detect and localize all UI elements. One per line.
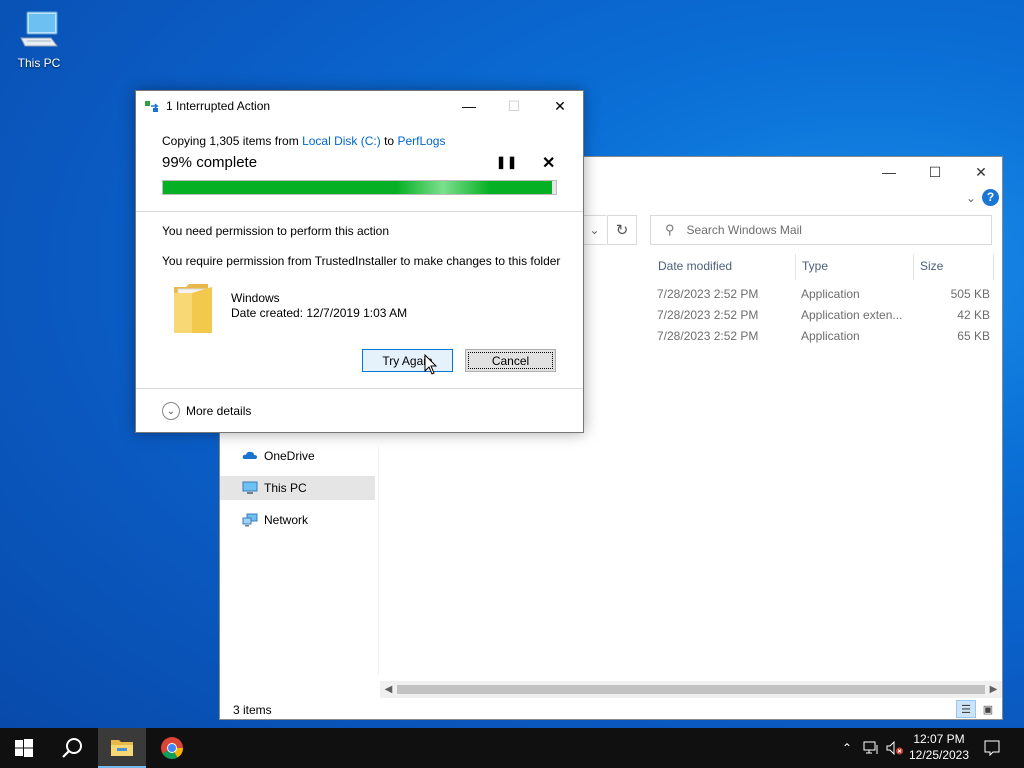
row-type: Application — [801, 329, 860, 343]
computer-icon — [242, 481, 258, 495]
row-size: 42 KB — [957, 308, 990, 322]
folder-icon — [172, 279, 214, 335]
scroll-right-icon[interactable]: ▶ — [985, 681, 1002, 698]
folder-name: Windows — [231, 291, 280, 305]
nav-pane-divider — [378, 447, 379, 675]
row-size: 505 KB — [950, 287, 990, 301]
show-hidden-icons-chevron-icon[interactable]: ⌃ — [838, 728, 856, 768]
close-button[interactable]: ✕ — [537, 91, 583, 121]
file-copy-icon — [145, 100, 159, 112]
status-item-count: 3 items — [233, 703, 272, 717]
network-icon — [242, 513, 258, 527]
progress-fill — [163, 181, 553, 194]
cancel-copy-icon[interactable]: ✕ — [542, 153, 555, 173]
chrome-icon — [161, 737, 183, 759]
column-header-size[interactable]: Size — [914, 254, 994, 280]
maximize-button: ☐ — [507, 97, 521, 114]
more-details-label: More details — [186, 404, 252, 418]
folder-date-created: Date created: 12/7/2019 1:03 AM — [231, 306, 408, 320]
windows-logo-icon — [15, 739, 33, 757]
copy-status-line: Copying 1,305 items from Local Disk (C:)… — [162, 134, 445, 148]
percent-complete: 99% complete — [162, 154, 258, 171]
search-box[interactable]: ⚲ Search Windows Mail — [650, 215, 992, 245]
sidebar-item-onedrive[interactable]: OneDrive — [220, 444, 375, 468]
divider — [136, 211, 583, 212]
copy-status-prefix: Copying 1,305 items from — [162, 134, 303, 148]
close-button[interactable]: ✕ — [958, 157, 1004, 187]
help-icon[interactable]: ? — [982, 189, 999, 206]
refresh-button[interactable]: ↻ — [607, 215, 637, 245]
table-row[interactable]: 7/28/2023 2:52 PM Application exten... 4… — [650, 305, 990, 325]
desktop-icon-label: This PC — [17, 56, 61, 70]
large-icons-view-icon[interactable]: ▣ — [978, 700, 998, 718]
try-again-button[interactable]: Try Again — [362, 349, 453, 372]
sidebar-item-label: This PC — [264, 481, 307, 495]
file-explorer-icon — [111, 740, 133, 756]
table-row[interactable]: 7/28/2023 2:52 PM Application 505 KB — [650, 284, 990, 304]
row-date: 7/28/2023 2:52 PM — [657, 308, 759, 322]
row-type: Application exten... — [801, 308, 903, 322]
maximize-button[interactable]: ☐ — [912, 157, 958, 187]
desktop-icon-this-pc[interactable]: This PC — [10, 8, 68, 70]
dialog-title: 1 Interrupted Action — [166, 99, 271, 113]
sidebar-item-network[interactable]: Network — [220, 508, 375, 532]
column-header-type[interactable]: Type — [796, 254, 914, 280]
scroll-left-icon[interactable]: ◀ — [380, 681, 397, 698]
cancel-button[interactable]: Cancel — [465, 349, 556, 372]
scrollbar-thumb[interactable] — [397, 685, 985, 694]
horizontal-scrollbar[interactable]: ◀ ▶ — [380, 681, 1002, 698]
destination-link[interactable]: PerfLogs — [397, 134, 445, 148]
expand-ribbon-icon[interactable]: ⌄ — [966, 191, 976, 205]
sidebar-item-label: OneDrive — [264, 449, 315, 463]
sidebar-item-label: Network — [264, 513, 309, 527]
search-icon — [62, 738, 82, 758]
more-details-toggle[interactable]: ⌄ More details — [162, 402, 251, 420]
table-row[interactable]: 7/28/2023 2:52 PM Application 65 KB — [650, 326, 990, 346]
minimize-button[interactable]: — — [446, 91, 492, 121]
search-icon: ⚲ — [665, 222, 675, 237]
onedrive-icon — [242, 449, 258, 463]
network-status-icon[interactable] — [860, 728, 882, 768]
chevron-down-icon: ⌄ — [162, 402, 180, 420]
taskbar-clock[interactable]: 12:07 PM 12/25/2023 — [904, 731, 974, 763]
clock-time: 12:07 PM — [913, 732, 965, 746]
start-button[interactable] — [0, 728, 48, 768]
search-button[interactable] — [48, 728, 96, 768]
column-header-date-modified[interactable]: Date modified — [652, 254, 796, 280]
row-size: 65 KB — [957, 329, 990, 343]
address-dropdown-button[interactable]: ⌄ — [582, 215, 606, 245]
copy-status-to: to — [380, 134, 398, 148]
details-view-icon[interactable]: ☰ — [956, 700, 976, 718]
interrupted-action-dialog[interactable]: 1 Interrupted Action — ☐ ✕ Copying 1,305… — [135, 90, 584, 433]
pause-icon[interactable]: ❚❚ — [496, 155, 518, 169]
sidebar-item-this-pc[interactable]: This PC — [220, 476, 375, 500]
permission-heading: You need permission to perform this acti… — [162, 224, 390, 238]
clock-date: 12/25/2023 — [908, 748, 970, 762]
volume-muted-icon[interactable] — [884, 728, 906, 768]
divider — [136, 388, 583, 389]
source-link[interactable]: Local Disk (C:) — [302, 134, 381, 148]
progress-bar — [162, 180, 557, 195]
taskbar: ⌃ 12:07 PM 12/25/2023 — [0, 728, 1024, 768]
mouse-cursor-icon — [424, 353, 438, 376]
taskbar-file-explorer[interactable] — [98, 728, 146, 768]
row-date: 7/28/2023 2:52 PM — [657, 329, 759, 343]
action-center-icon[interactable] — [980, 728, 1004, 768]
search-placeholder: Search Windows Mail — [686, 223, 802, 237]
taskbar-chrome[interactable] — [148, 728, 196, 768]
permission-detail: You require permission from TrustedInsta… — [162, 254, 561, 268]
computer-icon — [17, 8, 61, 54]
row-type: Application — [801, 287, 860, 301]
minimize-button[interactable]: — — [866, 157, 912, 187]
dialog-titlebar[interactable]: 1 Interrupted Action — ☐ ✕ — [136, 91, 583, 121]
row-date: 7/28/2023 2:52 PM — [657, 287, 759, 301]
